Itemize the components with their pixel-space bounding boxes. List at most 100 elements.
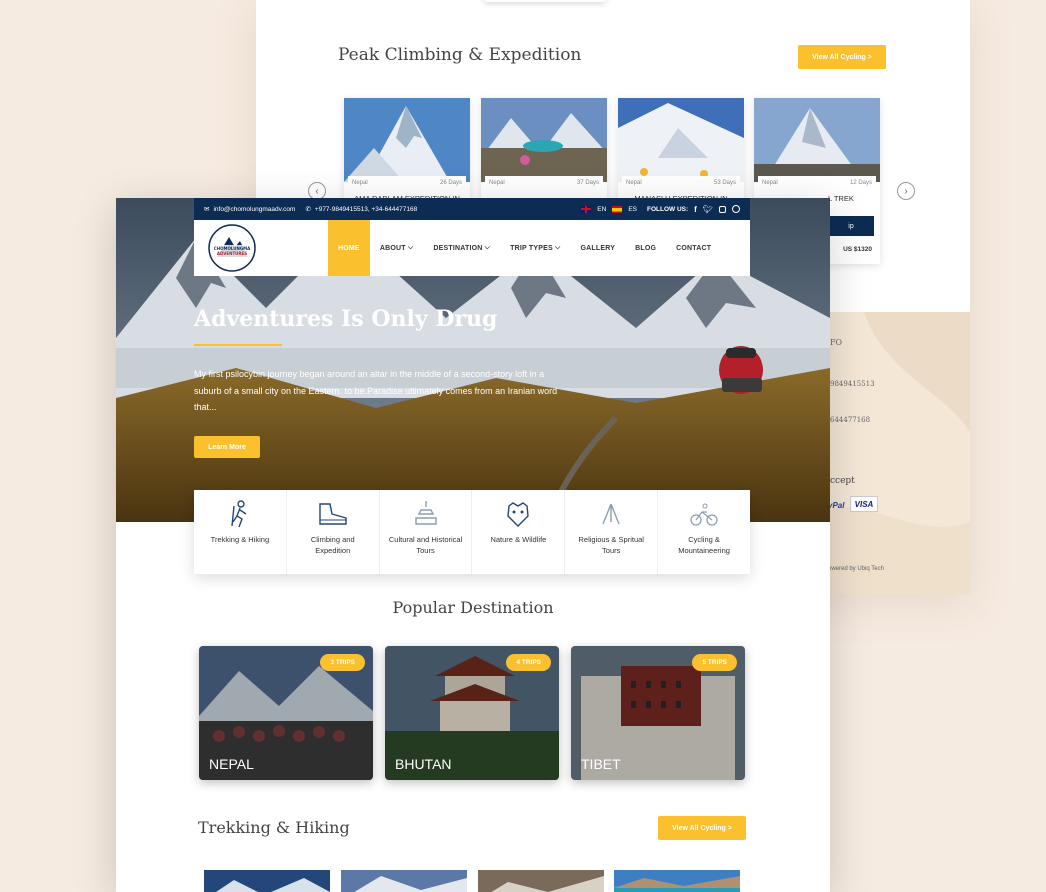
uk-flag-icon[interactable] <box>581 205 592 213</box>
trip-days: 26 Days <box>439 180 462 186</box>
stupa-icon <box>412 500 440 528</box>
trip-image <box>481 98 607 182</box>
hero-section: ✉ info@chomolungmaadv.com ✆ +977-984941551… <box>116 198 830 522</box>
visa-logo: VISA <box>850 496 878 512</box>
category-label: Religious & Spritual Tours <box>578 535 644 555</box>
destination-name: BHUTAN <box>395 756 452 772</box>
trip-country: Nepal <box>352 180 368 186</box>
footer-panel: FO 9849415513 644477168 ccept yPal VISA … <box>824 312 970 594</box>
lang-es[interactable]: ES <box>628 206 637 213</box>
chevron-down-icon: ⌵ <box>552 244 561 251</box>
category-climbing[interactable]: Climbing and Expedition <box>287 490 380 574</box>
category-label: Nature & Wildlife <box>490 535 547 544</box>
destination-name: TIBET <box>581 756 621 772</box>
praying-hands-icon <box>597 500 625 528</box>
top-contact-bar: ✉ info@chomolungmaadv.com ✆ +977-984941551… <box>194 198 750 220</box>
hiker-icon <box>226 500 254 528</box>
section-title: Peak Climbing & Expedition <box>338 45 582 65</box>
trip-image <box>618 98 744 182</box>
facebook-icon[interactable]: f <box>694 205 697 214</box>
logo-line-2: ADVENTURES <box>217 251 247 256</box>
hero-title: Adventures Is Only Drug <box>194 306 498 332</box>
chevron-down-icon: ⌵ <box>405 244 414 251</box>
trip-days: 12 Days <box>849 180 872 186</box>
powered-by: owered by Ubiq Tech <box>828 566 884 572</box>
category-cultural[interactable]: Cultural and Historical Tours <box>380 490 473 574</box>
category-label: Climbing and Expedition <box>310 535 355 555</box>
nav-destination[interactable]: DESTINATION ⌵ <box>423 220 500 276</box>
trip-country: Nepal <box>489 180 505 186</box>
nav-trip-types-label: TRIP TYPES <box>510 244 553 252</box>
contact-phone[interactable]: +977-9849415513, +34-644477168 <box>315 206 417 213</box>
twitter-icon[interactable]: 🐦︎ <box>703 205 713 214</box>
nav-trip-types[interactable]: TRIP TYPES ⌵ <box>500 220 570 276</box>
trip-name: L TREK <box>828 194 854 203</box>
trip-days: 53 Days <box>713 180 736 186</box>
nav-contact[interactable]: CONTACT <box>666 220 721 276</box>
trip-count-badge: 4 TRIPS <box>506 654 551 671</box>
nav-home[interactable]: HOME <box>328 220 370 276</box>
footer-accept-heading: ccept <box>830 476 855 486</box>
nav-about-label: ABOUT <box>379 244 406 252</box>
front-page-preview: ✉ info@chomolungmaadv.com ✆ +977-984941551… <box>116 198 830 892</box>
whatsapp-icon[interactable] <box>732 205 740 213</box>
trek-card-image[interactable] <box>614 870 740 892</box>
paypal-logo: yPal <box>828 501 845 510</box>
main-navbar: CHOMOLUNGMA ADVENTURES HOME ABOUT ⌵ DEST… <box>194 220 750 276</box>
trip-image <box>754 98 880 182</box>
trip-category-bar: Trekking & Hiking Climbing and Expeditio… <box>194 490 750 574</box>
view-all-button[interactable]: View All Cycling > <box>658 816 746 840</box>
trip-price: US $1320 <box>843 246 872 253</box>
trip-country: Nepal <box>762 180 778 186</box>
footer-info-heading: FO <box>830 338 843 347</box>
carousel-next-icon[interactable]: › <box>897 182 915 200</box>
popular-destination-title: Popular Destination <box>392 598 554 617</box>
nav-gallery[interactable]: GALLERY <box>571 220 626 276</box>
nav-blog[interactable]: BLOG <box>625 220 666 276</box>
destination-card-bhutan[interactable]: 4 TRIPS BHUTAN <box>385 646 559 780</box>
hero-divider <box>194 344 282 346</box>
trip-image <box>344 98 470 182</box>
trek-card-image[interactable] <box>478 870 604 892</box>
category-label: Cycling & Mountaineering <box>678 535 730 555</box>
trip-count-badge: 5 TRIPS <box>692 654 737 671</box>
destination-card-tibet[interactable]: 5 TRIPS TIBET <box>571 646 745 780</box>
cyclist-icon <box>689 500 719 528</box>
category-label: Cultural and Historical Tours <box>388 535 463 555</box>
card-stub <box>484 0 606 2</box>
lang-en[interactable]: EN <box>597 206 606 213</box>
category-cycling[interactable]: Cycling & Mountaineering <box>658 490 750 574</box>
category-nature[interactable]: Nature & Wildlife <box>472 490 566 574</box>
chevron-down-icon: ⌵ <box>482 244 491 251</box>
tiger-icon <box>504 500 532 528</box>
mail-icon: ✉ <box>204 206 210 213</box>
trip-days: 37 Days <box>576 180 599 186</box>
nav-about[interactable]: ABOUT ⌵ <box>370 220 424 276</box>
trip-count-badge: 3 TRIPS <box>320 654 365 671</box>
spain-flag-icon[interactable] <box>612 205 623 213</box>
destination-name: NEPAL <box>209 756 254 772</box>
trek-card-image[interactable] <box>341 870 467 892</box>
category-religious[interactable]: Religious & Spritual Tours <box>565 490 659 574</box>
hero-description: My first psilocybin journey began around… <box>194 369 558 412</box>
logo-emblem-icon: CHOMOLUNGMA ADVENTURES <box>208 224 256 272</box>
destination-card-nepal[interactable]: 3 TRIPS NEPAL <box>199 646 373 780</box>
view-all-button[interactable]: View All Cycling > <box>798 45 886 69</box>
follow-label: FOLLOW US: <box>647 205 689 213</box>
category-trekking[interactable]: Trekking & Hiking <box>194 490 287 574</box>
footer-phone: 9849415513 <box>830 380 875 388</box>
category-label: Trekking & Hiking <box>210 535 270 544</box>
footer-phone: 644477168 <box>830 416 871 424</box>
boot-icon <box>316 500 350 528</box>
trekking-section-title: Trekking & Hiking <box>198 818 350 837</box>
logo[interactable]: CHOMOLUNGMA ADVENTURES <box>202 220 262 276</box>
instagram-icon[interactable] <box>719 205 726 213</box>
contact-email[interactable]: info@chomolungmaadv.com <box>213 206 295 213</box>
backpack-icon <box>719 346 763 394</box>
learn-more-button[interactable]: Learn More <box>194 436 260 458</box>
view-trip-button[interactable]: ip <box>828 216 874 236</box>
trek-card-image[interactable] <box>204 870 330 892</box>
trip-country: Nepal <box>626 180 642 186</box>
nav-destination-label: DESTINATION <box>433 244 483 252</box>
phone-icon: ✆ <box>305 206 311 213</box>
